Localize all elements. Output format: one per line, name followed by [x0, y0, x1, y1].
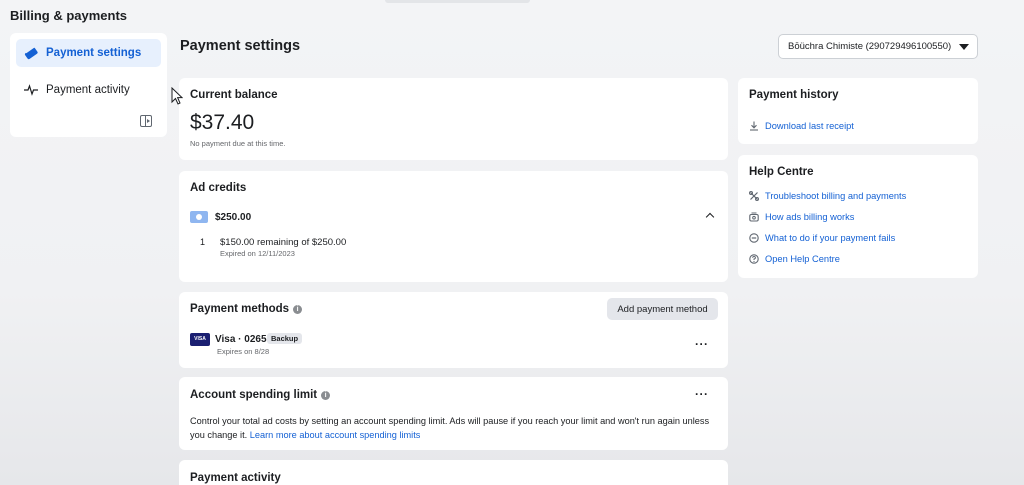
backup-badge: Backup: [267, 333, 303, 344]
card-title: Account spending limit i: [190, 389, 331, 401]
card-title: Payment methods i: [190, 303, 303, 315]
page-title: Payment settings: [180, 38, 301, 54]
link-label: What to do if your payment fails: [765, 233, 896, 243]
more-options-icon[interactable]: ···: [695, 387, 709, 401]
sidebar-item-payment-activity[interactable]: Payment activity: [16, 76, 161, 104]
add-payment-method-button[interactable]: Add payment method: [607, 298, 718, 320]
collapse-sidebar-icon[interactable]: [140, 115, 152, 127]
sidebar-item-label: Payment settings: [46, 47, 142, 59]
minus-circle-icon: [749, 233, 759, 243]
sidebar-item-payment-settings[interactable]: Payment settings: [16, 39, 161, 67]
link-label: Open Help Centre: [765, 254, 840, 264]
chevron-up-icon[interactable]: [705, 212, 715, 222]
tools-icon: [749, 191, 759, 201]
card-title-text: Payment methods: [190, 303, 290, 315]
wallet-icon: [749, 212, 759, 222]
info-icon[interactable]: i: [293, 305, 303, 314]
sidebar-item-label: Payment activity: [46, 84, 130, 96]
credit-index: 1: [200, 237, 206, 247]
payment-methods-card: Payment methods i Add payment method VISA…: [179, 292, 728, 368]
download-icon: [750, 121, 758, 131]
credit-total: $250.00: [215, 212, 252, 223]
sidebar: Payment settings Payment activity: [10, 33, 167, 137]
help-centre-card: Help Centre Troubleshoot billing and pay…: [738, 155, 978, 278]
account-select-value: Bōüchra Chimiste (290729496100550): [788, 41, 952, 52]
credit-expiry: Expired on 12/11/2023: [220, 249, 295, 258]
card-icon: [24, 46, 38, 60]
ad-credits-card: Ad credits $250.00 1 $150.00 remaining o…: [179, 171, 728, 282]
card-expiry: Expires on 8/28: [217, 347, 270, 356]
card-title-text: Account spending limit: [190, 389, 318, 401]
chevron-down-icon: [959, 44, 969, 50]
account-select[interactable]: Bōüchra Chimiste (290729496100550): [778, 34, 978, 59]
spending-limit-description: Control your total ad costs by setting a…: [190, 414, 710, 442]
help-link-billing-works[interactable]: How ads billing works: [749, 212, 854, 222]
card-title: Help Centre: [749, 166, 814, 178]
current-balance-card: Current balance $37.40 No payment due at…: [179, 78, 728, 160]
more-options-icon[interactable]: ···: [695, 337, 709, 351]
help-link-troubleshoot[interactable]: Troubleshoot billing and payments: [749, 191, 906, 201]
payment-activity-card: Payment activity: [179, 460, 728, 485]
card-title: Payment history: [749, 89, 839, 101]
download-receipt-link[interactable]: Download last receipt: [749, 121, 854, 131]
balance-note: No payment due at this time.: [190, 139, 286, 148]
help-link-open-help-centre[interactable]: Open Help Centre: [749, 254, 840, 264]
card-title: Ad credits: [190, 182, 247, 194]
card-title: Payment activity: [190, 472, 281, 484]
link-label: Troubleshoot billing and payments: [765, 191, 907, 201]
link-label: Download last receipt: [765, 121, 854, 131]
card-label: Visa · 0265: [215, 334, 267, 345]
payment-history-card: Payment history Download last receipt: [738, 78, 978, 144]
balance-amount: $37.40: [190, 111, 255, 134]
card-title: Current balance: [190, 89, 278, 101]
top-accent-bar: [385, 0, 530, 3]
spending-limit-card: Account spending limit i ··· Control your…: [179, 377, 728, 450]
app-title: Billing & payments: [10, 8, 128, 23]
pulse-icon: [24, 84, 38, 96]
help-link-payment-fails[interactable]: What to do if your payment fails: [749, 233, 895, 243]
link-label: How ads billing works: [765, 212, 855, 222]
credit-tag-icon: [190, 211, 208, 223]
info-icon[interactable]: i: [321, 391, 331, 400]
question-icon: [749, 254, 759, 264]
visa-icon: VISA: [190, 333, 210, 346]
credit-remaining: $150.00 remaining of $250.00: [220, 237, 347, 248]
mouse-cursor-icon: [171, 87, 183, 105]
learn-more-link[interactable]: Learn more about account spending limits: [250, 430, 421, 440]
